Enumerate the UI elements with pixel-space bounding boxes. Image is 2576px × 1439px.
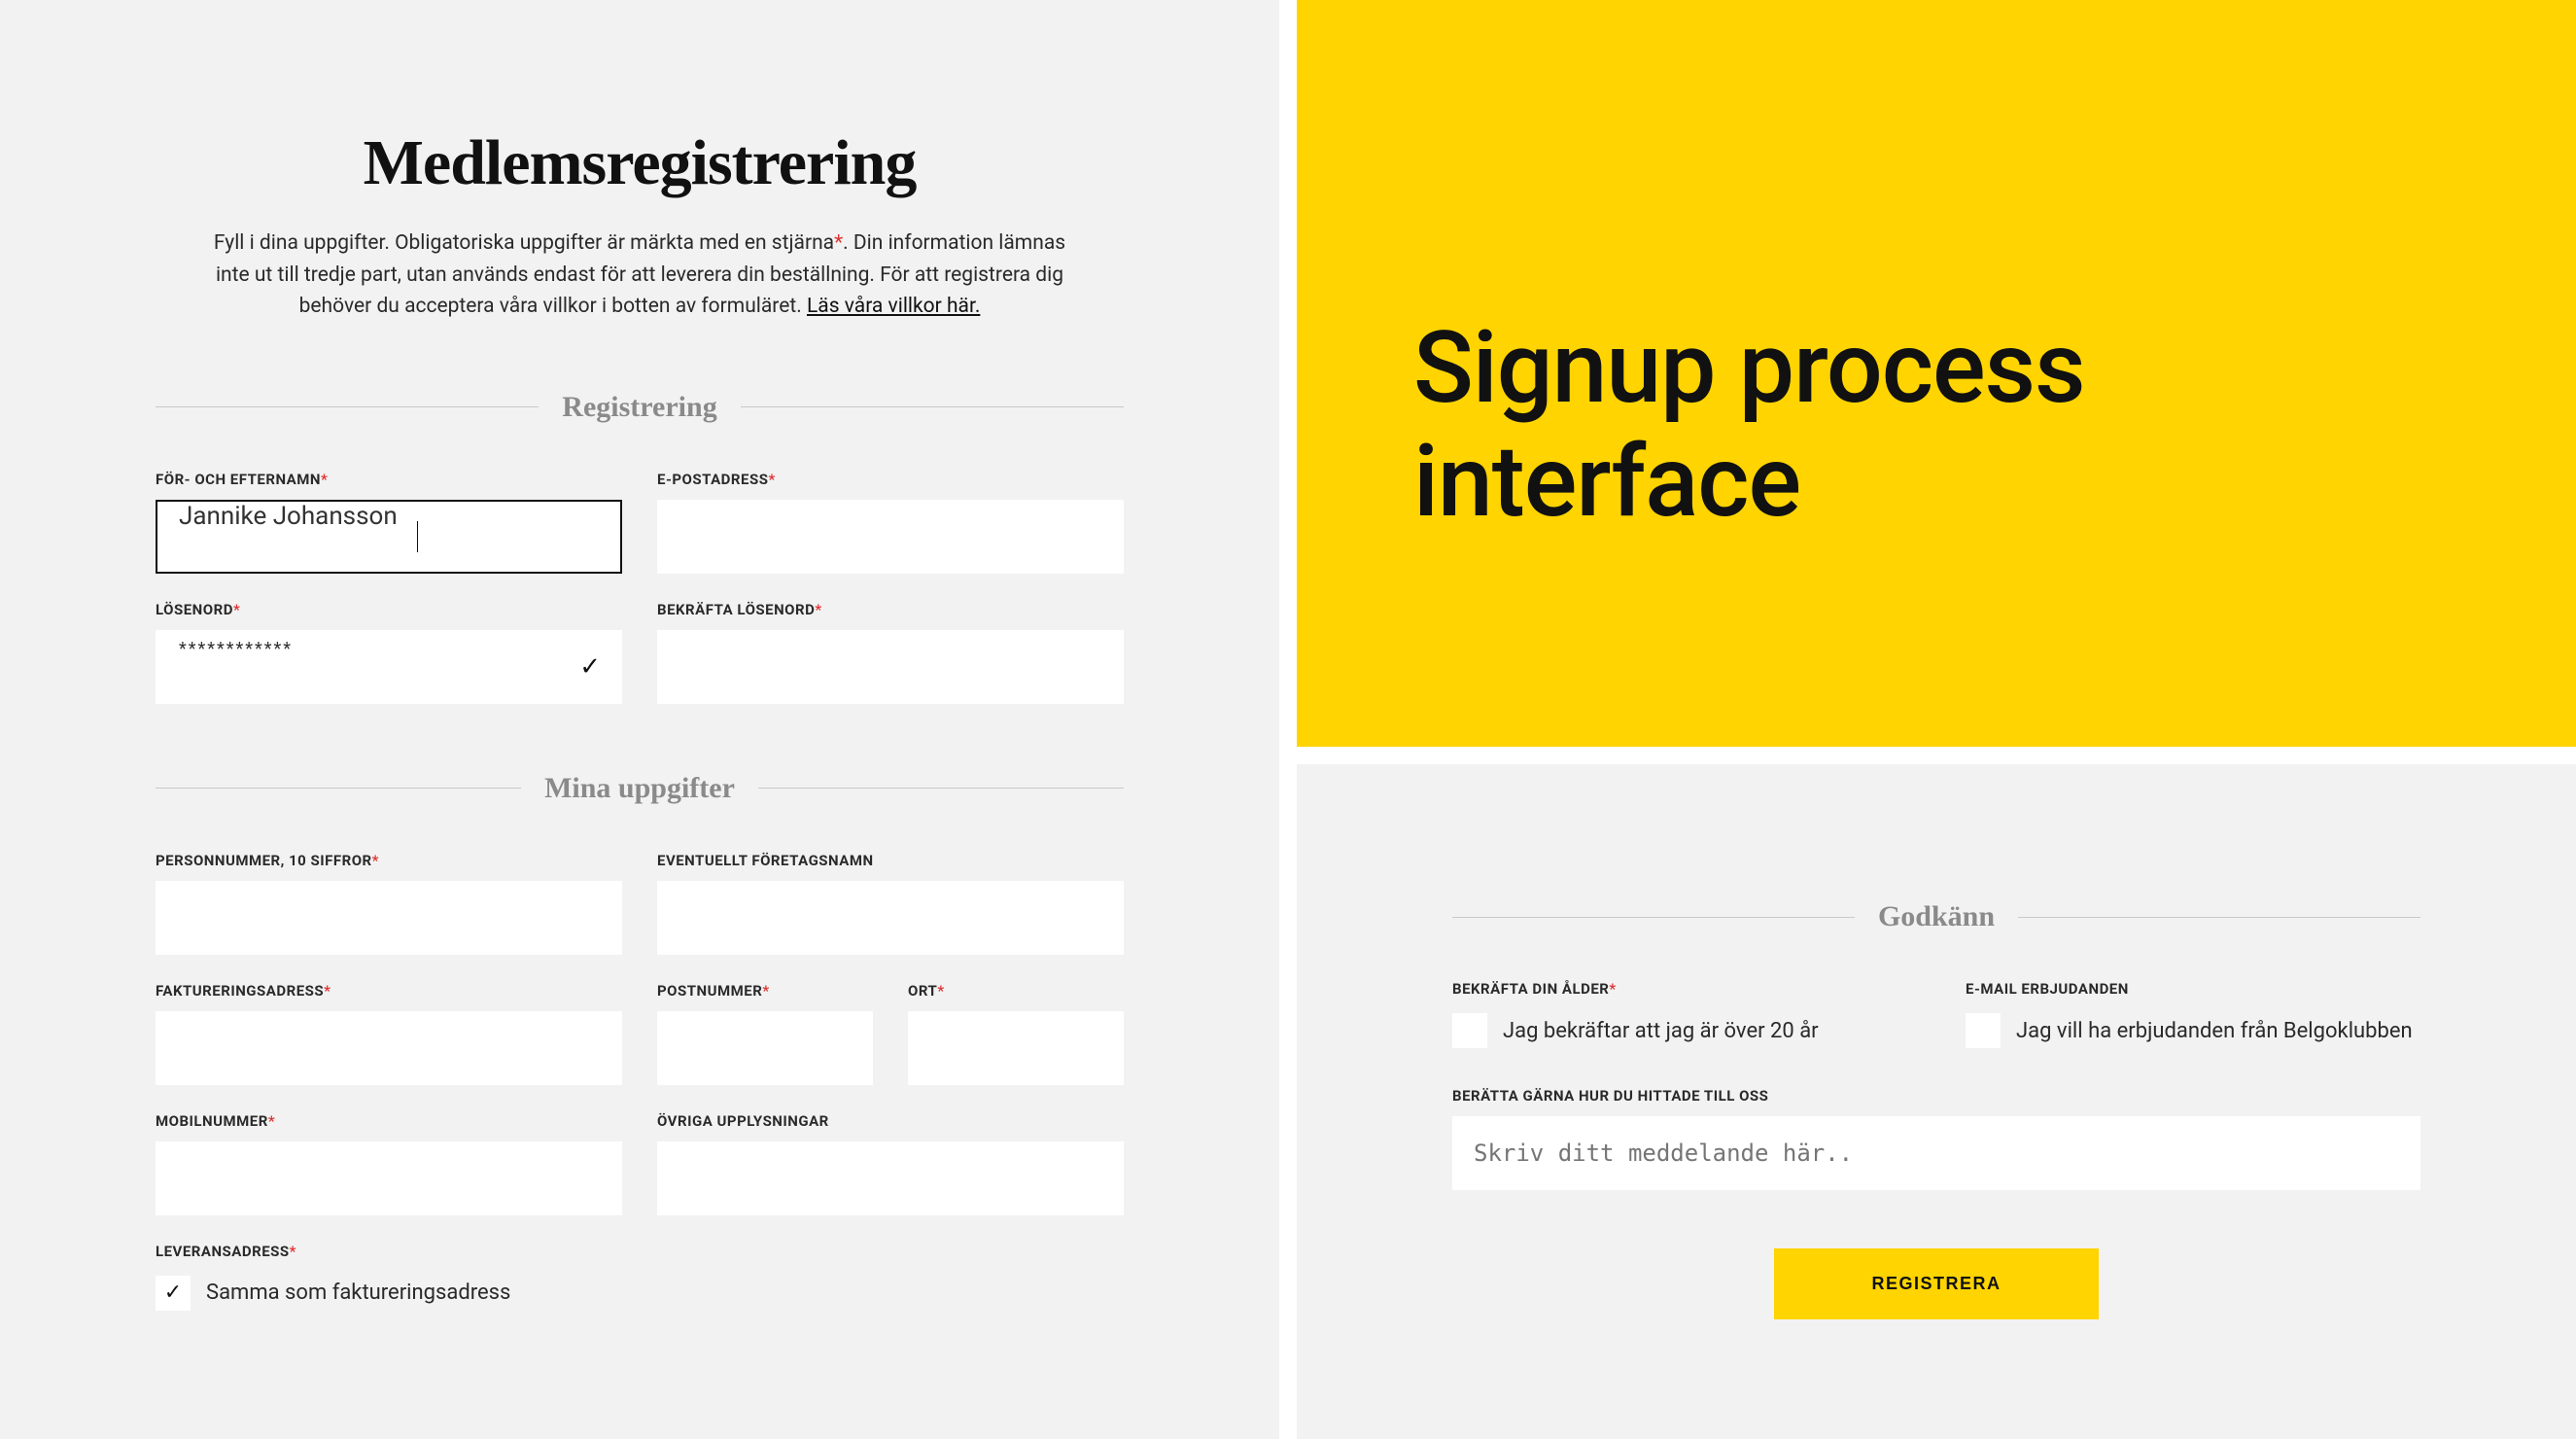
personnr-field: PERSONNUMMER, 10 SIFFROR* <box>156 852 622 955</box>
password-input[interactable]: ************ <box>156 630 622 704</box>
intro-part1: Fyll i dina uppgifter. Obligatoriska upp… <box>214 231 834 255</box>
divider-line <box>1452 917 1855 918</box>
personnr-label: PERSONNUMMER, 10 SIFFROR* <box>156 852 622 869</box>
howfound-field: BERÄTTA GÄRNA HUR DU HITTADE TILL OSS <box>1452 1087 2420 1190</box>
email-offers-field: E-MAIL ERBJUDANDEN Jag vill ha erbjudand… <box>1966 980 2420 1048</box>
city-field: ORT* <box>908 982 1124 1085</box>
billing-label: FAKTURERINGSADRESS* <box>156 982 622 1000</box>
email-offers-checkbox[interactable] <box>1966 1013 2001 1048</box>
email-offers-checkbox-label: Jag vill ha erbjudanden från Belgoklubbe… <box>2016 1019 2413 1043</box>
same-as-billing-label: Samma som faktureringsadress <box>206 1281 510 1305</box>
text-caret-icon <box>417 521 418 552</box>
email-offers-label: E-MAIL ERBJUDANDEN <box>1966 980 2420 998</box>
email-field: E-POSTADRESS* <box>657 471 1124 574</box>
registration-form-panel: Medlemsregistrering Fyll i dina uppgifte… <box>0 0 1279 1439</box>
hero-heading: Signup process interface <box>1413 311 2459 540</box>
name-label: FÖR- OCH EFTERNAMN* <box>156 471 622 488</box>
email-label: E-POSTADRESS* <box>657 471 1124 488</box>
page-title: Medlemsregistrering <box>156 126 1124 200</box>
company-field: EVENTUELLT FÖRETAGSNAMN <box>657 852 1124 955</box>
other-input[interactable] <box>657 1141 1124 1215</box>
company-input[interactable] <box>657 881 1124 955</box>
other-field: ÖVRIGA UPPLYSNINGAR <box>657 1112 1124 1215</box>
billing-field: FAKTURERINGSADRESS* <box>156 982 622 1085</box>
postal-input[interactable] <box>657 1011 873 1085</box>
confirm-password-input[interactable] <box>657 630 1124 704</box>
howfound-label: BERÄTTA GÄRNA HUR DU HITTADE TILL OSS <box>1452 1087 2420 1105</box>
section-title-details: Mina uppgifter <box>544 772 735 805</box>
billing-input[interactable] <box>156 1011 622 1085</box>
delivery-label: LEVERANSADRESS* <box>156 1243 622 1260</box>
same-as-billing-checkbox[interactable]: ✓ <box>156 1276 191 1311</box>
age-checkbox[interactable] <box>1452 1013 1487 1048</box>
divider-line <box>156 406 539 407</box>
mobile-input[interactable] <box>156 1141 622 1215</box>
confirm-password-field: BEKRÄFTA LÖSENORD* <box>657 601 1124 704</box>
delivery-field: LEVERANSADRESS* ✓ Samma som fakturerings… <box>156 1243 622 1311</box>
divider-line <box>741 406 1124 407</box>
name-input[interactable]: Jannike Johansson <box>156 500 622 574</box>
password-label: LÖSENORD* <box>156 601 622 618</box>
terms-link[interactable]: Läs våra villkor här. <box>807 295 980 318</box>
section-title-registration: Registrering <box>562 391 716 424</box>
divider-line <box>2018 917 2420 918</box>
divider-line <box>156 788 521 789</box>
age-label: BEKRÄFTA DIN ÅLDER* <box>1452 980 1907 998</box>
postal-field: POSTNUMMER* <box>657 982 873 1085</box>
approve-panel: Godkänn BEKRÄFTA DIN ÅLDER* Jag bekräfta… <box>1297 764 2576 1439</box>
password-field: LÖSENORD* ************ ✓ <box>156 601 622 704</box>
check-icon: ✓ <box>579 652 601 682</box>
company-label: EVENTUELLT FÖRETAGSNAMN <box>657 852 1124 869</box>
confirm-password-label: BEKRÄFTA LÖSENORD* <box>657 601 1124 618</box>
divider-line <box>758 788 1124 789</box>
register-button[interactable]: REGISTRERA <box>1774 1248 2098 1319</box>
email-input[interactable] <box>657 500 1124 574</box>
mobile-field: MOBILNUMMER* <box>156 1112 622 1215</box>
postal-label: POSTNUMMER* <box>657 982 873 1000</box>
personnr-input[interactable] <box>156 881 622 955</box>
intro-text: Fyll i dina uppgifter. Obligatoriska upp… <box>212 228 1067 323</box>
age-checkbox-label: Jag bekräftar att jag är över 20 år <box>1503 1019 1819 1043</box>
section-divider-approve: Godkänn <box>1452 900 2420 933</box>
name-field: FÖR- OCH EFTERNAMN* Jannike Johansson <box>156 471 622 574</box>
section-divider-registration: Registrering <box>156 391 1124 424</box>
city-input[interactable] <box>908 1011 1124 1085</box>
section-divider-details: Mina uppgifter <box>156 772 1124 805</box>
required-star-icon: * <box>834 231 843 255</box>
age-field: BEKRÄFTA DIN ÅLDER* Jag bekräftar att ja… <box>1452 980 1907 1048</box>
section-title-approve: Godkänn <box>1878 900 1995 933</box>
howfound-textarea[interactable] <box>1452 1116 2420 1190</box>
city-label: ORT* <box>908 982 1124 1000</box>
hero-panel: Signup process interface <box>1297 0 2576 747</box>
mobile-label: MOBILNUMMER* <box>156 1112 622 1130</box>
other-label: ÖVRIGA UPPLYSNINGAR <box>657 1112 1124 1130</box>
